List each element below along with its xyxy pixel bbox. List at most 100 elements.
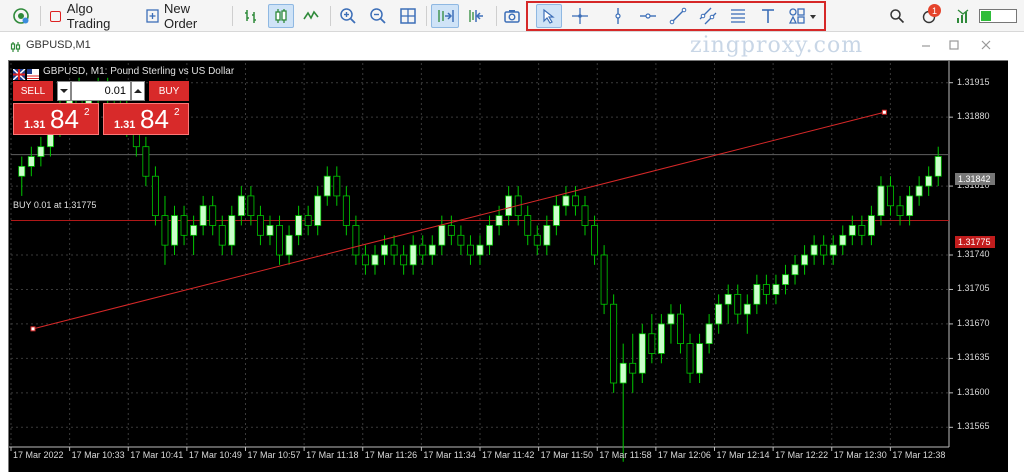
candle-bear	[762, 284, 770, 295]
candle-bull	[190, 225, 198, 236]
time-axis-label: 17 Mar 12:30	[833, 450, 887, 460]
buy-price-fraction: 2	[174, 107, 180, 118]
chart-info-label: GBPUSD, M1: Pound Sterling vs US Dollar	[43, 66, 235, 77]
new-order-button[interactable]: New Order	[142, 1, 226, 31]
buy-button[interactable]: BUY	[149, 81, 189, 101]
candle-bull	[228, 215, 236, 246]
candle-bull	[801, 254, 809, 266]
candle-bull	[552, 205, 560, 226]
line-chart-icon[interactable]	[298, 4, 324, 28]
candle-bull	[743, 303, 751, 315]
candle-bull	[285, 234, 293, 256]
candle-bull	[476, 244, 484, 256]
volume-decrease-button[interactable]	[57, 81, 71, 101]
buy-price-button[interactable]: 1.31 84 2	[103, 103, 189, 135]
trendline-icon[interactable]	[666, 4, 690, 28]
candle-bull	[791, 264, 799, 276]
chart-shift-icon[interactable]	[462, 4, 490, 28]
candle-bull	[877, 185, 885, 217]
algo-trading-icon	[50, 10, 61, 22]
auto-scroll-icon[interactable]	[431, 4, 459, 28]
zoom-out-icon[interactable]	[366, 4, 390, 28]
candle-bear	[572, 195, 579, 207]
candle-bull	[848, 225, 856, 236]
fibonacci-retracement-icon[interactable]	[726, 4, 750, 28]
time-axis-label: 17 Mar 12:06	[657, 450, 711, 460]
candle-bull	[619, 362, 627, 384]
candle-bear	[896, 205, 904, 217]
candle-bull	[867, 215, 875, 236]
bar-chart-icon[interactable]	[238, 4, 264, 28]
candle-bear	[342, 195, 350, 226]
notifications-icon[interactable]: 1	[916, 4, 942, 28]
candle-bear	[457, 234, 465, 246]
grid-icon[interactable]	[396, 4, 420, 28]
sell-price-button[interactable]: 1.31 84 2	[13, 103, 99, 135]
position-line-label[interactable]: BUY 0.01 at 1.31775	[13, 200, 96, 210]
candle-bull	[562, 195, 570, 207]
connection-status-icon	[978, 4, 1018, 28]
candle-bull	[314, 195, 322, 226]
buy-price-pips: 84	[140, 104, 169, 134]
toolbar-separator	[330, 6, 331, 26]
maximize-icon[interactable]	[946, 37, 962, 53]
equidistant-channel-icon[interactable]	[696, 4, 720, 28]
screenshot-camera-icon[interactable]	[500, 4, 524, 28]
zoom-in-icon[interactable]	[336, 4, 360, 28]
candle-bull	[715, 303, 723, 325]
candle-bear	[466, 244, 474, 256]
candle-bull	[925, 175, 933, 187]
candle-bear	[390, 244, 398, 256]
candle-bear	[361, 254, 369, 266]
candle-bull	[753, 284, 761, 305]
time-axis-label: 17 Mar 2022	[13, 450, 64, 460]
candle-bear	[209, 205, 217, 226]
close-icon[interactable]	[978, 37, 994, 53]
time-axis-label: 17 Mar 11:42	[482, 450, 535, 460]
time-axis-label: 17 Mar 11:34	[423, 450, 476, 460]
candle-bear	[256, 215, 264, 236]
candle-bear	[858, 225, 866, 236]
algo-trading-label: Algo Trading	[66, 1, 111, 31]
candle-bull	[237, 195, 245, 217]
candle-bull	[772, 284, 780, 295]
candle-bull	[782, 274, 789, 285]
horizontal-line-icon[interactable]	[636, 4, 660, 28]
candle-bear	[629, 362, 637, 374]
price-axis-label: 1.31565	[957, 421, 990, 432]
sell-button[interactable]: SELL	[13, 81, 53, 101]
search-icon[interactable]	[886, 4, 908, 28]
price-axis-label: 1.31635	[957, 352, 990, 363]
time-axis-label: 17 Mar 10:57	[247, 450, 301, 460]
volume-increase-button[interactable]	[131, 81, 145, 101]
candle-bull	[696, 343, 704, 374]
candle-bear	[352, 225, 360, 256]
vertical-line-icon[interactable]	[606, 4, 630, 28]
shapes-dropdown-icon[interactable]	[786, 4, 820, 28]
candle-bull	[171, 215, 178, 246]
candle-bull	[657, 323, 665, 354]
candle-bull	[18, 165, 26, 177]
time-axis-label: 17 Mar 11:26	[364, 450, 418, 460]
chart-canvas[interactable]: GBPUSD, M1: Pound Sterling vs US Dollar …	[8, 60, 1008, 472]
candle-bear	[304, 215, 312, 226]
volume-input[interactable]: 0.01	[71, 81, 131, 101]
chart-new-icon[interactable]	[8, 4, 34, 28]
candle-bull	[27, 156, 35, 167]
candle-bull	[409, 244, 417, 266]
cursor-icon[interactable]	[536, 4, 562, 28]
candle-bear	[161, 215, 169, 246]
toolbar-separator	[232, 6, 233, 26]
candlestick-chart-icon[interactable]	[268, 4, 294, 28]
crosshair-icon[interactable]	[568, 4, 592, 28]
chart-window-title: GBPUSD,M1	[26, 39, 91, 51]
minimize-icon[interactable]	[918, 37, 934, 53]
algo-trading-button[interactable]: Algo Trading	[46, 1, 138, 31]
time-axis-label: 17 Mar 12:38	[892, 450, 946, 460]
one-click-trading-panel: SELL 0.01 BUY 1.31 84 2 1.31 84 2	[13, 81, 193, 137]
text-tool-icon[interactable]	[756, 4, 780, 28]
new-order-icon	[146, 9, 159, 23]
trendline-handle-end	[881, 109, 887, 115]
price-axis-label: 1.31880	[957, 111, 990, 122]
candle-bear	[333, 175, 341, 197]
